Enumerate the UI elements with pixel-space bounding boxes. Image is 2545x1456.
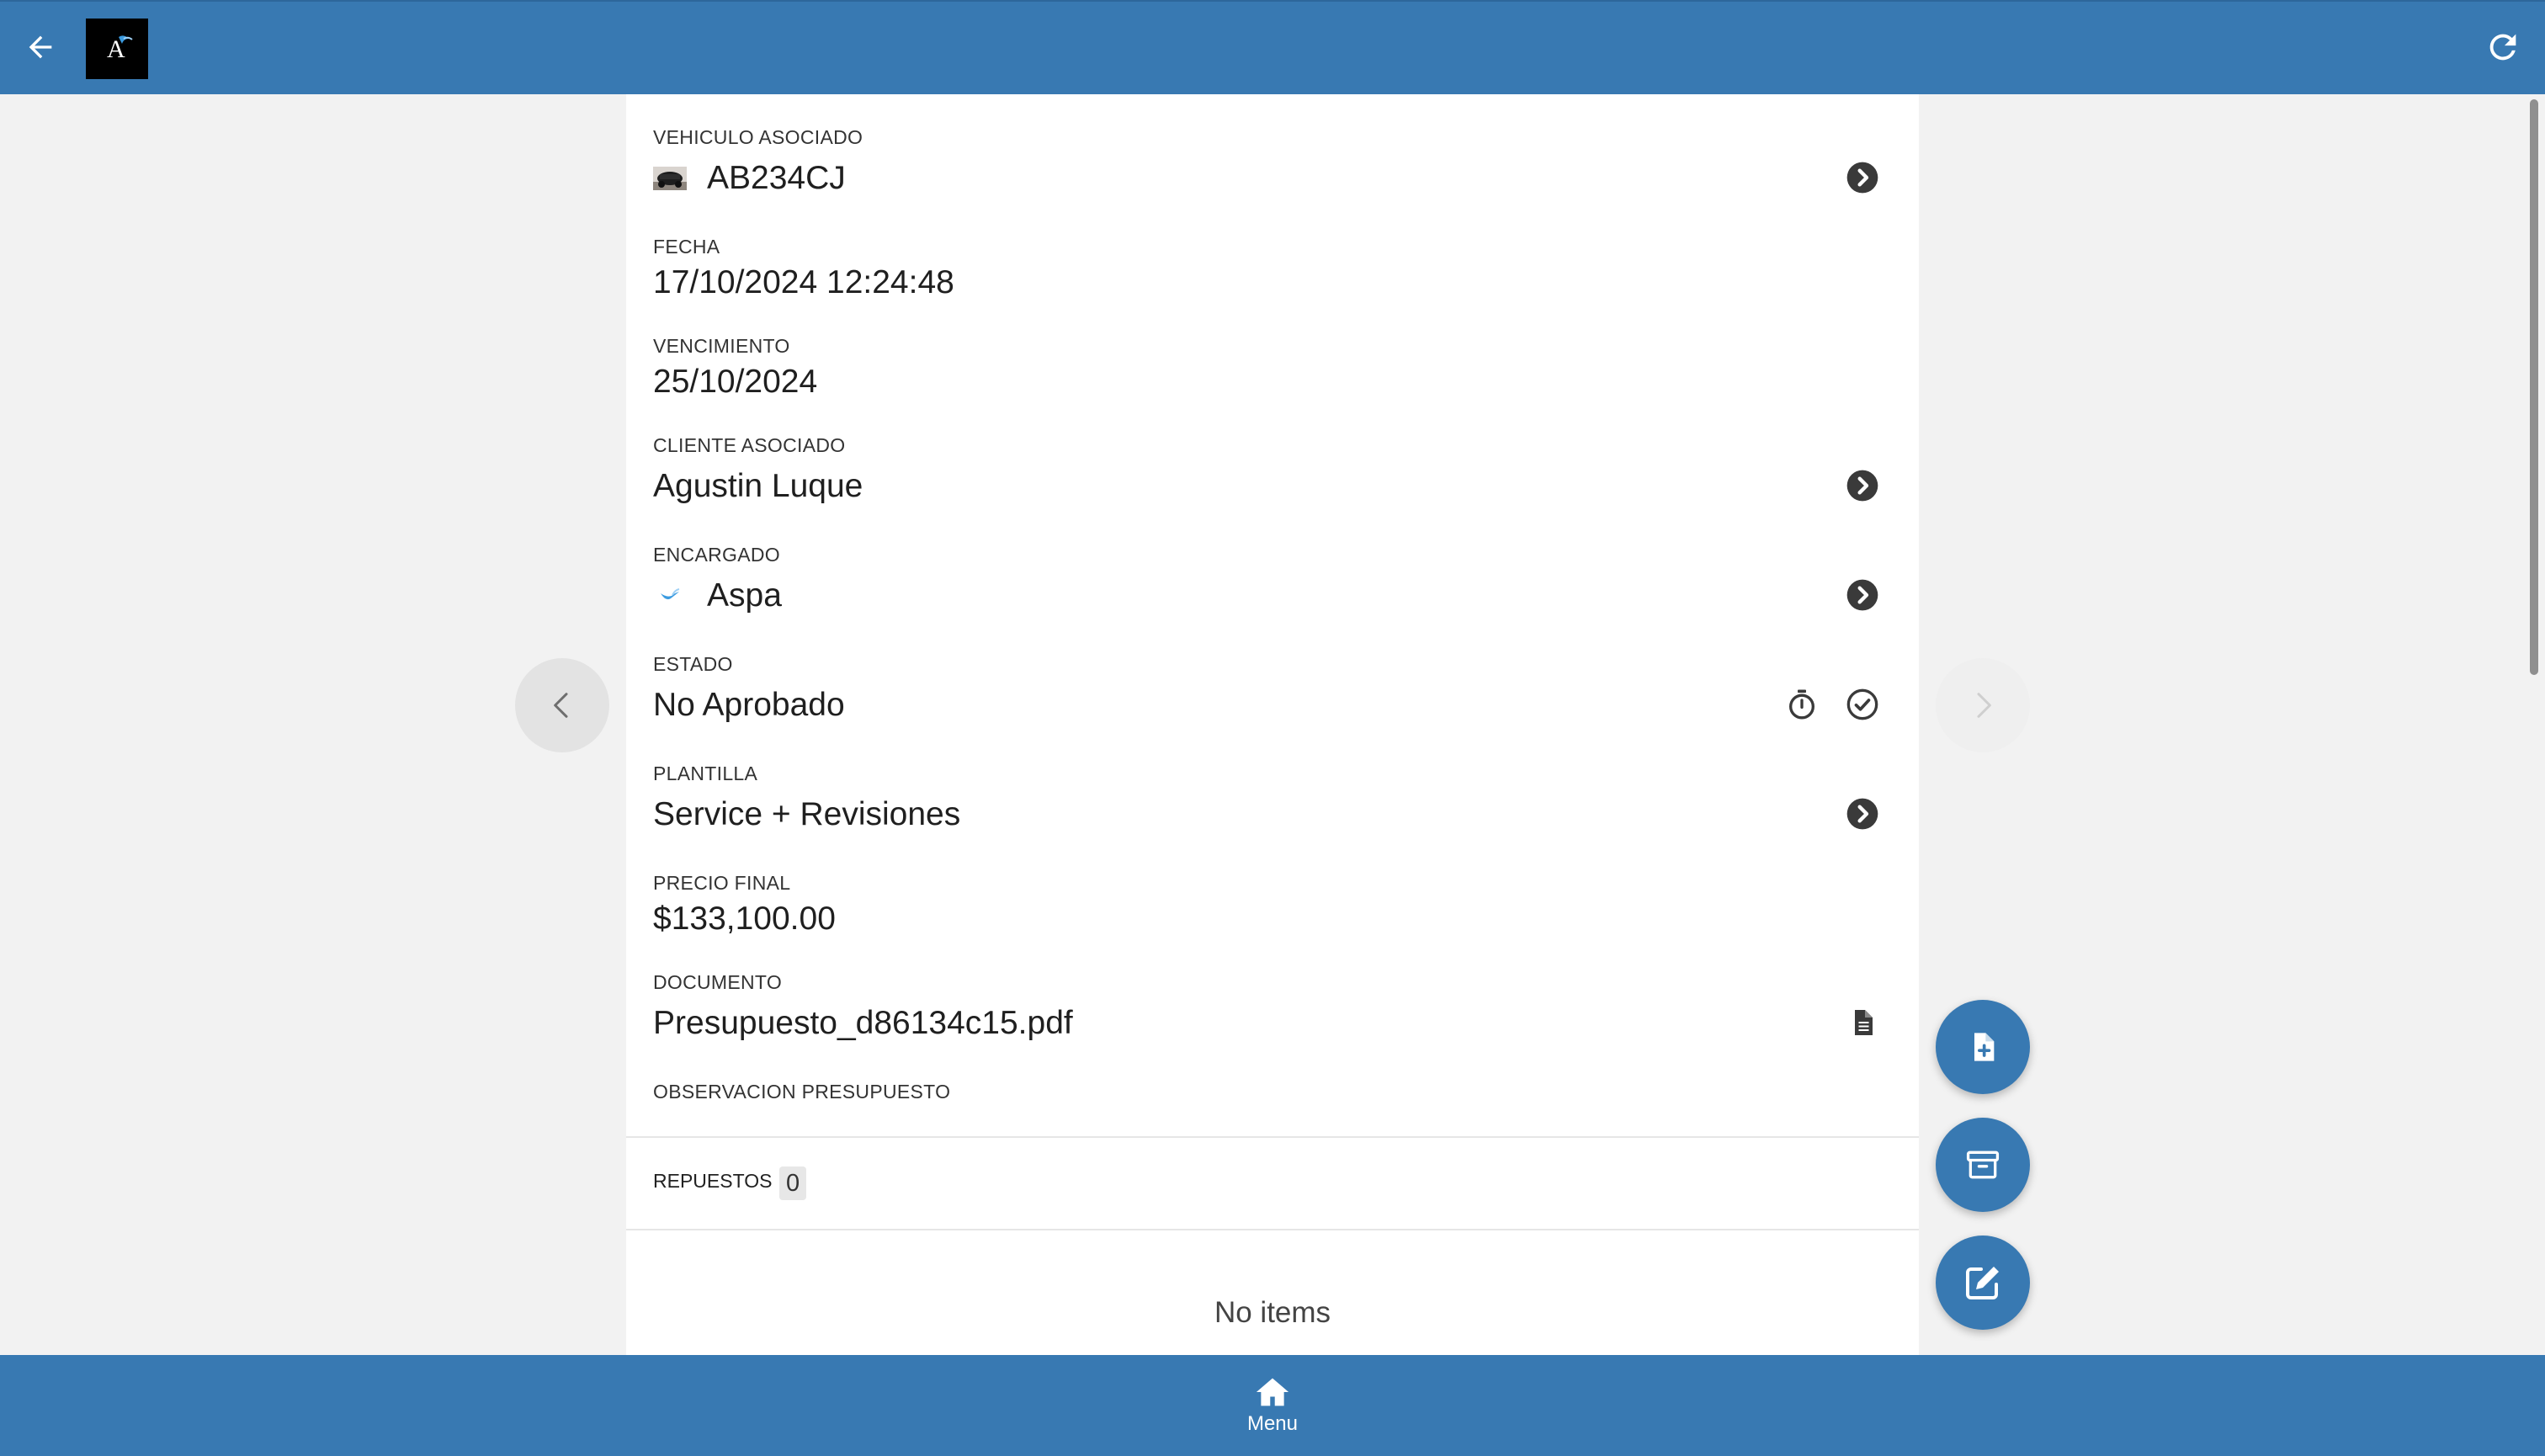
edit-fab[interactable]	[1936, 1235, 2030, 1330]
repuestos-label: REPUESTOS	[653, 1170, 773, 1192]
field-vencimiento-value: 25/10/2024	[653, 364, 818, 400]
section-divider	[626, 1229, 1919, 1230]
archive-fab[interactable]	[1936, 1118, 2030, 1212]
field-documento-label: DOCUMENTO	[653, 971, 783, 993]
open-documento-button[interactable]	[1845, 1005, 1880, 1040]
field-encargado-value-row: Aspa	[653, 577, 782, 614]
field-plantilla-label: PLANTILLA	[653, 763, 758, 784]
field-precio-value: $133,100.00	[653, 901, 836, 937]
presupuesto-detail-card: VEHICULO ASOCIADO AB234CJ FECHA 17/10/20…	[626, 94, 1919, 1355]
open-vehiculo-button[interactable]	[1845, 160, 1880, 195]
field-vehiculo-value: AB234CJ	[707, 160, 846, 196]
check-circle-icon	[1846, 688, 1878, 720]
add-document-fab[interactable]	[1936, 1000, 2030, 1094]
field-observacion-label: OBSERVACION PRESUPUESTO	[653, 1081, 951, 1103]
chevron-right-circle-icon	[1846, 162, 1878, 194]
field-vencimiento-label: VENCIMIENTO	[653, 335, 790, 357]
field-vehiculo-label: VEHICULO ASOCIADO	[653, 126, 863, 148]
app-root: A VEHICULO ASOCIADO AB234CJ FECHA 17/10/…	[0, 0, 2545, 1456]
top-app-bar: A	[0, 0, 2545, 94]
chevron-right-circle-icon	[1846, 470, 1878, 502]
section-divider	[626, 1136, 1919, 1138]
stopwatch-icon	[1789, 689, 1814, 720]
archive-icon	[1966, 1150, 2000, 1179]
app-logo: A	[86, 19, 148, 79]
arrow-left-icon	[29, 35, 52, 59]
field-estado-value: No Aprobado	[653, 687, 845, 723]
field-fecha-value: 17/10/2024 12:24:48	[653, 264, 954, 300]
document-icon	[1855, 1010, 1873, 1035]
bottom-nav-bar: Menu	[0, 1355, 2545, 1456]
field-documento-value: Presupuesto_d86134c15.pdf	[653, 1005, 1073, 1041]
field-fecha-label: FECHA	[653, 236, 720, 258]
repuestos-empty-text: No items	[1214, 1296, 1331, 1329]
next-record-button[interactable]	[1936, 658, 2030, 752]
home-icon	[1256, 1378, 1289, 1406]
field-precio-label: PRECIO FINAL	[653, 872, 791, 894]
field-encargado-value: Aspa	[707, 577, 782, 614]
vertical-scrollbar[interactable]	[2530, 99, 2538, 675]
open-cliente-button[interactable]	[1845, 468, 1880, 503]
car-thumbnail	[653, 166, 687, 191]
chevron-right-circle-icon	[1846, 579, 1878, 611]
estado-pending-button[interactable]	[1784, 687, 1820, 722]
repuestos-count-badge: 0	[779, 1166, 807, 1200]
field-cliente-label: CLIENTE ASOCIADO	[653, 434, 846, 456]
previous-record-button[interactable]	[515, 658, 609, 752]
bird-logo	[653, 583, 687, 608]
menu-label: Menu	[1246, 1412, 1299, 1435]
back-button[interactable]	[17, 20, 64, 74]
chevron-right-icon	[1977, 693, 1991, 718]
field-plantilla-value: Service + Revisiones	[653, 796, 961, 832]
field-vehiculo-value-row: AB234CJ	[653, 160, 846, 197]
open-encargado-button[interactable]	[1845, 577, 1880, 613]
estado-approve-button[interactable]	[1845, 687, 1880, 722]
open-plantilla-button[interactable]	[1845, 796, 1880, 832]
refresh-button[interactable]	[2478, 20, 2528, 74]
file-plus-icon	[1974, 1033, 1995, 1061]
field-cliente-value: Agustin Luque	[653, 468, 863, 504]
refresh-icon	[2489, 34, 2516, 61]
chevron-right-circle-icon	[1846, 798, 1878, 830]
edit-icon	[1966, 1267, 1999, 1299]
field-estado-label: ESTADO	[653, 653, 733, 675]
chevron-left-icon	[554, 693, 568, 718]
menu-button[interactable]: Menu	[1222, 1375, 1323, 1443]
field-encargado-label: ENCARGADO	[653, 544, 780, 566]
